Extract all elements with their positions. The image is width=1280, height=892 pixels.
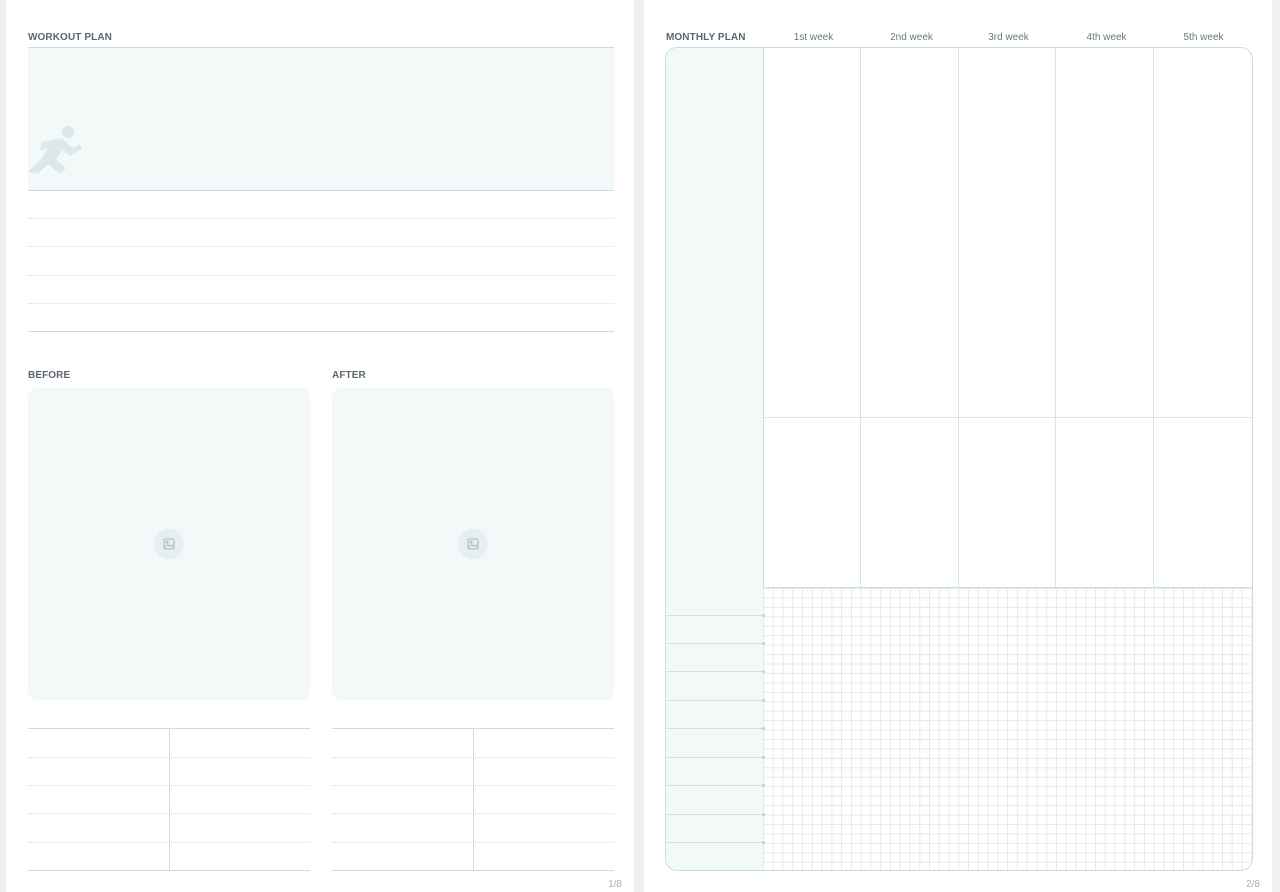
monthly-plan-title: MONTHLY PLAN	[666, 32, 746, 43]
grid-row-marker	[762, 841, 765, 844]
after-title: AFTER	[332, 370, 366, 381]
row-label-divider	[666, 615, 763, 616]
note-line[interactable]	[28, 275, 614, 276]
before-photo-placeholder[interactable]	[28, 388, 310, 700]
note-line[interactable]	[28, 303, 614, 304]
workout-plan-title: WORKOUT PLAN	[28, 32, 112, 43]
notes-bottom-rule	[28, 331, 614, 332]
monthly-plan-table	[665, 47, 1253, 871]
grid-row-marker	[762, 699, 765, 702]
week-column-divider	[1055, 48, 1056, 587]
row-label-column[interactable]	[666, 48, 764, 870]
week-header-4: 4th week	[1086, 32, 1127, 43]
page-number: 1/8	[608, 879, 622, 890]
week-column-divider	[958, 48, 959, 587]
page-number: 2/8	[1246, 879, 1260, 890]
after-table-bottom-rule	[332, 870, 614, 871]
row-label-divider	[666, 785, 763, 786]
week-row-divider	[763, 417, 1252, 418]
row-label-divider	[666, 700, 763, 701]
row-label-divider	[666, 757, 763, 758]
workout-page: WORKOUT PLAN BEFORE AFTER 1/8	[6, 0, 634, 892]
workout-plan-banner[interactable]	[28, 47, 614, 191]
row-label-divider	[666, 728, 763, 729]
before-table-divider	[169, 728, 170, 870]
week-header-3: 3rd week	[988, 32, 1029, 43]
week-header-5: 5th week	[1183, 32, 1224, 43]
week-column-divider	[1153, 48, 1154, 587]
grid-row-marker	[762, 642, 765, 645]
grid-row-marker	[762, 670, 765, 673]
grid-row-marker	[762, 813, 765, 816]
grid-row-marker	[762, 756, 765, 759]
image-placeholder-icon	[154, 529, 184, 559]
note-line[interactable]	[28, 246, 614, 247]
grid-row-marker	[762, 784, 765, 787]
week-column-divider	[860, 48, 861, 587]
monthly-plan-page: MONTHLY PLAN 1st week 2nd week 3rd week …	[644, 0, 1272, 892]
after-photo-placeholder[interactable]	[332, 388, 614, 700]
tracking-grid[interactable]	[763, 587, 1252, 870]
before-title: BEFORE	[28, 370, 71, 381]
note-line[interactable]	[28, 218, 614, 219]
row-label-divider	[666, 643, 763, 644]
week-header-2: 2nd week	[890, 32, 933, 43]
row-label-divider	[666, 671, 763, 672]
week-header-1: 1st week	[793, 32, 834, 43]
image-placeholder-icon	[458, 529, 488, 559]
grid-row-marker	[762, 614, 765, 617]
after-table-divider	[473, 728, 474, 870]
row-label-divider	[666, 842, 763, 843]
before-table-bottom-rule	[28, 870, 310, 871]
row-label-divider	[666, 814, 763, 815]
grid-row-marker	[762, 727, 765, 730]
runner-icon	[28, 126, 82, 174]
